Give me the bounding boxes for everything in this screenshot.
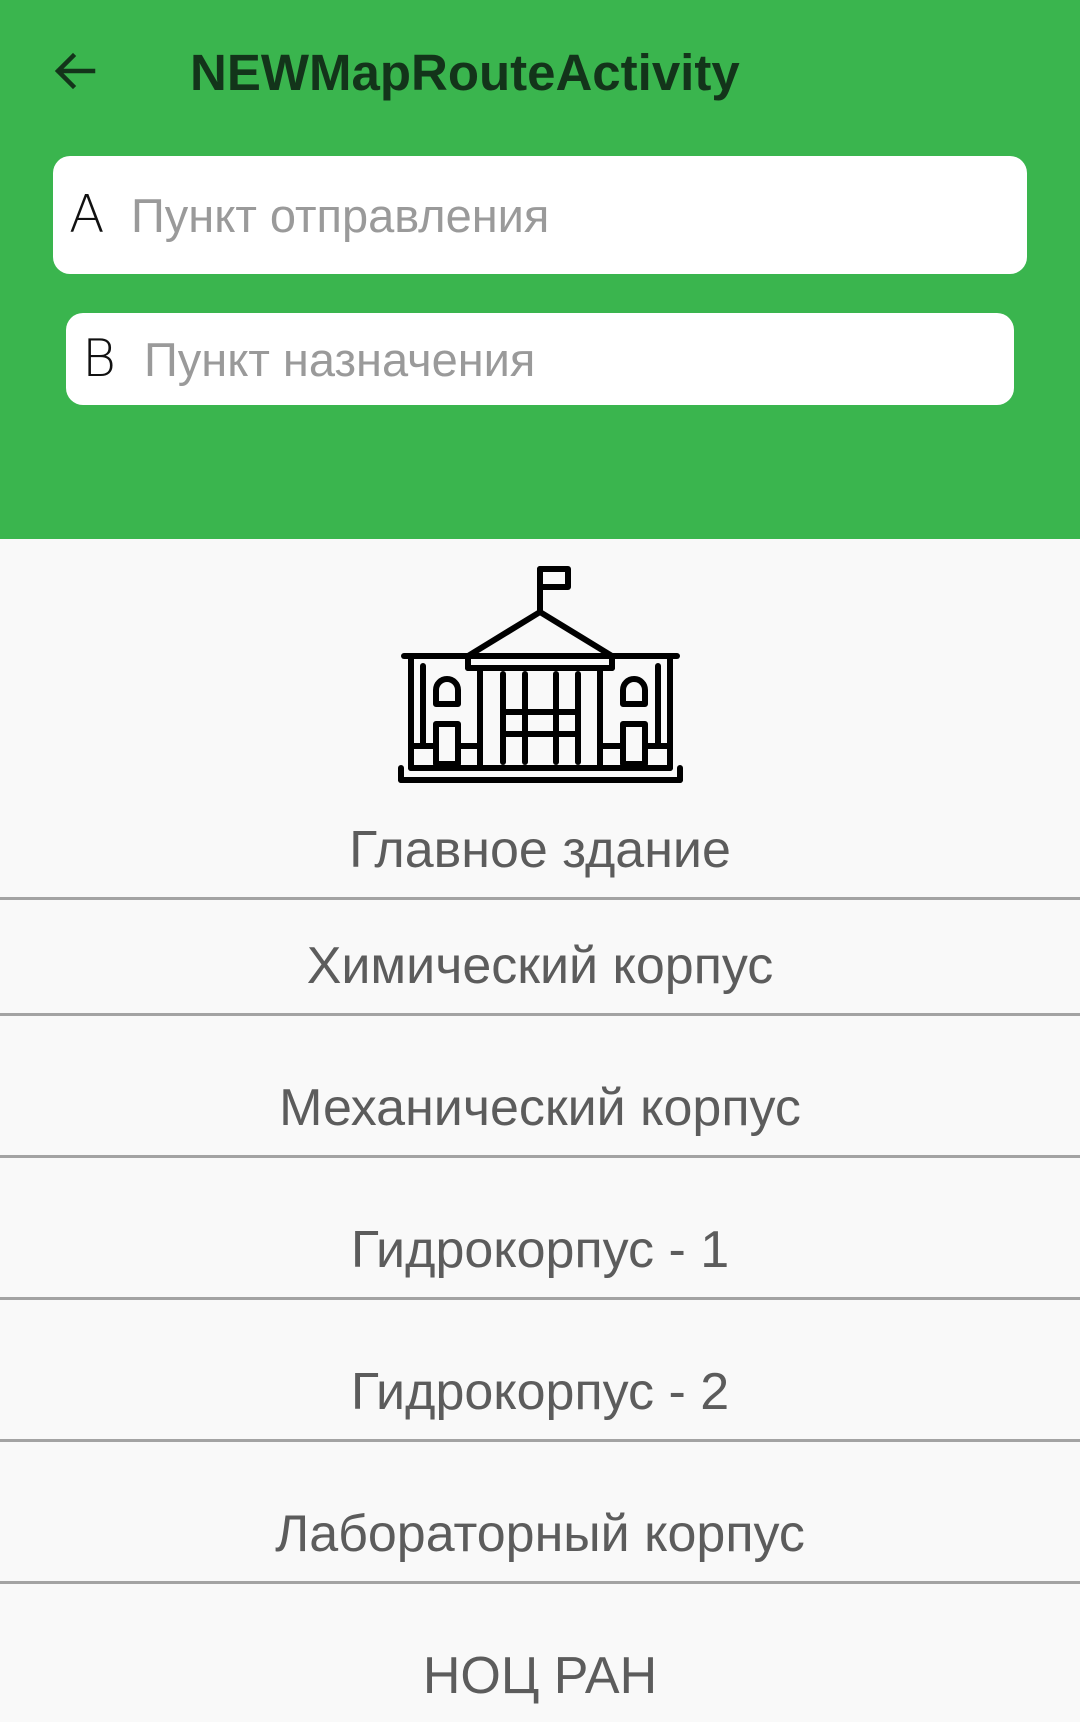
list-item-chemistry-building[interactable]: Химический корпус (0, 936, 1080, 996)
list-item-hydro-building-2[interactable]: Гидрокорпус - 2 (0, 1362, 1080, 1422)
back-button[interactable] (40, 36, 110, 106)
list-item-hydro-building-1[interactable]: Гидрокорпус - 1 (0, 1220, 1080, 1280)
destination-letter: B (82, 329, 117, 389)
list-divider (0, 1013, 1080, 1016)
destination-field[interactable]: B (66, 313, 1014, 405)
origin-letter: A (69, 185, 105, 245)
page-title: NEWMapRouteActivity (190, 44, 740, 101)
list-divider (0, 1155, 1080, 1158)
arrow-back-icon (54, 52, 96, 90)
origin-field[interactable]: A (53, 156, 1027, 274)
origin-input[interactable] (131, 180, 1027, 250)
list-divider (0, 1297, 1080, 1300)
app-header: NEWMapRouteActivity A B (0, 0, 1080, 539)
destination-input[interactable] (144, 324, 1014, 394)
building-icon (398, 566, 683, 783)
list-item-laboratory-building[interactable]: Лабораторный корпус (0, 1504, 1080, 1564)
list-divider (0, 897, 1080, 900)
list-item-mechanical-building[interactable]: Механический корпус (0, 1078, 1080, 1138)
list-divider (0, 1581, 1080, 1584)
list-item-main-building[interactable]: Главное здание (0, 820, 1080, 880)
list-item-noc-ran[interactable]: НОЦ РАН (0, 1646, 1080, 1706)
list-divider (0, 1439, 1080, 1442)
